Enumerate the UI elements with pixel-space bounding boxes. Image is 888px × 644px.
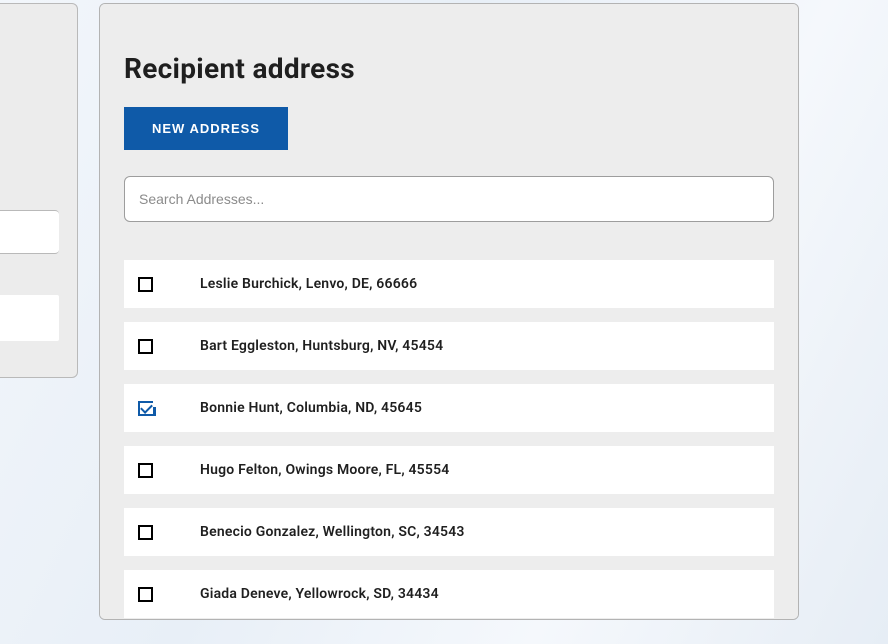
address-text: Benecio Gonzalez, Wellington, SC, 34543	[200, 524, 465, 540]
address-row[interactable]: Giada Deneve, Yellowrock, SD, 34434	[124, 570, 774, 618]
side-panel-field[interactable]	[0, 210, 59, 254]
checkbox-icon[interactable]	[138, 525, 153, 540]
address-text: Giada Deneve, Yellowrock, SD, 34434	[200, 586, 439, 602]
checkbox-wrap[interactable]	[124, 401, 200, 416]
checkbox-checked-icon[interactable]	[138, 401, 153, 416]
address-row[interactable]: Bonnie Hunt, Columbia, ND, 45645	[124, 384, 774, 432]
search-addresses-input[interactable]	[124, 176, 774, 222]
address-text: Bart Eggleston, Huntsburg, NV, 45454	[200, 338, 443, 354]
address-text: Bonnie Hunt, Columbia, ND, 45645	[200, 400, 422, 416]
checkbox-wrap[interactable]	[124, 277, 200, 292]
address-row[interactable]: Leslie Burchick, Lenvo, DE, 66666	[124, 260, 774, 308]
address-row[interactable]: Benecio Gonzalez, Wellington, SC, 34543	[124, 508, 774, 556]
checkbox-wrap[interactable]	[124, 339, 200, 354]
checkbox-icon[interactable]	[138, 277, 153, 292]
page-title: Recipient address	[124, 52, 774, 85]
side-panel	[0, 3, 78, 378]
side-panel-row	[0, 295, 59, 341]
address-text: Hugo Felton, Owings Moore, FL, 45554	[200, 462, 449, 478]
checkbox-icon[interactable]	[138, 463, 153, 478]
checkbox-icon[interactable]	[138, 339, 153, 354]
recipient-address-panel[interactable]: Recipient address NEW ADDRESS Leslie Bur…	[99, 3, 799, 620]
checkbox-wrap[interactable]	[124, 463, 200, 478]
address-row[interactable]: Hugo Felton, Owings Moore, FL, 45554	[124, 446, 774, 494]
new-address-button[interactable]: NEW ADDRESS	[124, 107, 288, 150]
address-list: Leslie Burchick, Lenvo, DE, 66666 Bart Eg…	[124, 260, 774, 618]
address-text: Leslie Burchick, Lenvo, DE, 66666	[200, 276, 417, 292]
checkbox-wrap[interactable]	[124, 525, 200, 540]
checkbox-icon[interactable]	[138, 587, 153, 602]
address-row[interactable]: Bart Eggleston, Huntsburg, NV, 45454	[124, 322, 774, 370]
checkbox-wrap[interactable]	[124, 587, 200, 602]
